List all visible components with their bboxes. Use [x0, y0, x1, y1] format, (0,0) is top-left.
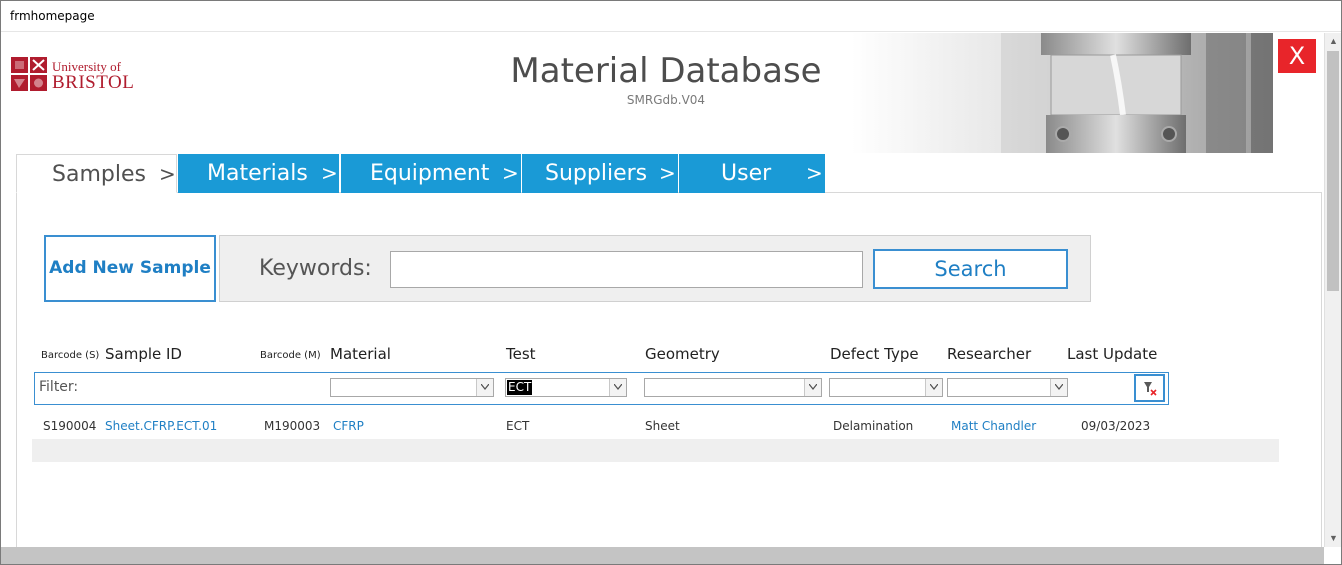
- app-window: frmhomepage University of BRISTOL Materi…: [0, 0, 1342, 565]
- cell-sample-id-link[interactable]: Sheet.CFRP.ECT.01: [105, 419, 217, 433]
- tab-user[interactable]: User >: [679, 154, 825, 193]
- test-filter-select[interactable]: ECT: [505, 378, 627, 397]
- header-barcode-m: Barcode (M): [260, 350, 321, 361]
- app-version: SMRGdb.V04: [626, 93, 706, 107]
- tab-samples-label: Samples: [52, 162, 146, 187]
- vertical-scrollbar[interactable]: ▲ ▼: [1324, 33, 1341, 547]
- cell-defect-type: Delamination: [833, 419, 914, 433]
- tab-suppliers[interactable]: Suppliers >: [522, 154, 678, 193]
- tab-suppliers-arrow: >: [659, 161, 676, 185]
- tab-suppliers-label: Suppliers: [545, 161, 648, 186]
- clear-filter-icon: [1144, 382, 1157, 396]
- tab-materials[interactable]: Materials >: [178, 154, 339, 193]
- keywords-label: Keywords:: [259, 256, 372, 281]
- tab-samples[interactable]: Samples >: [16, 154, 177, 193]
- defect-type-filter-select[interactable]: [829, 378, 943, 397]
- material-filter-select[interactable]: [330, 378, 494, 397]
- cell-material-link[interactable]: CFRP: [333, 419, 364, 433]
- add-new-sample-button[interactable]: Add New Sample: [44, 235, 216, 302]
- header-barcode-s: Barcode (S): [41, 350, 100, 361]
- material-filter-value: [332, 380, 334, 395]
- tab-samples-arrow: >: [159, 162, 176, 186]
- close-button[interactable]: X: [1278, 39, 1316, 73]
- cell-last-update: 09/03/2023: [1081, 419, 1151, 433]
- header-researcher: Researcher: [947, 345, 1032, 363]
- header-sample-id: Sample ID: [105, 345, 182, 363]
- tab-user-arrow: >: [806, 161, 823, 185]
- tab-equipment[interactable]: Equipment >: [341, 154, 521, 193]
- tab-equipment-label: Equipment: [370, 161, 490, 186]
- chevron-down-icon: [609, 379, 626, 396]
- test-filter-value: ECT: [507, 380, 533, 395]
- horizontal-scrollbar[interactable]: [1, 547, 1324, 564]
- researcher-filter-value: [949, 380, 951, 395]
- cell-geometry: Sheet: [645, 419, 680, 433]
- close-icon: X: [1288, 42, 1306, 70]
- scrollbar-thumb[interactable]: [1327, 51, 1339, 291]
- tab-materials-arrow: >: [321, 161, 338, 185]
- chevron-down-icon: [476, 379, 493, 396]
- header-geometry: Geometry: [645, 345, 720, 363]
- header-last-update: Last Update: [1067, 345, 1158, 363]
- cell-barcode-m: M190003: [264, 419, 321, 433]
- cell-barcode-s: S190004: [43, 419, 97, 433]
- app-title: Material Database: [510, 51, 822, 91]
- header-test: Test: [506, 345, 536, 363]
- header-test-machine-image: [851, 33, 1273, 153]
- scroll-up-icon[interactable]: ▲: [1325, 33, 1341, 50]
- scroll-down-icon[interactable]: ▼: [1325, 530, 1341, 547]
- header-defect-type: Defect Type: [830, 345, 919, 363]
- chevron-down-icon: [925, 379, 942, 396]
- defect-type-filter-value: [831, 380, 833, 395]
- title-bar: frmhomepage: [1, 1, 1341, 32]
- window-title: frmhomepage: [10, 9, 95, 23]
- filter-label: Filter:: [39, 379, 79, 395]
- university-crest-icon: [11, 57, 47, 91]
- header-material: Material: [330, 345, 391, 363]
- tab-user-label: User: [721, 161, 772, 186]
- tab-equipment-arrow: >: [502, 161, 519, 185]
- new-record-row[interactable]: [32, 439, 1279, 462]
- tab-materials-label: Materials: [207, 161, 308, 186]
- cell-test: ECT: [506, 419, 530, 433]
- chevron-down-icon: [1050, 379, 1067, 396]
- clear-filter-button[interactable]: [1134, 374, 1165, 402]
- logo-text-line2: BRISTOL: [52, 72, 135, 93]
- keywords-input[interactable]: [390, 251, 863, 288]
- geometry-filter-select[interactable]: [644, 378, 822, 397]
- chevron-down-icon: [804, 379, 821, 396]
- search-button[interactable]: Search: [873, 249, 1068, 289]
- cell-researcher-link[interactable]: Matt Chandler: [951, 419, 1036, 433]
- university-logo: University of BRISTOL: [11, 55, 141, 95]
- geometry-filter-value: [646, 380, 648, 395]
- researcher-filter-select[interactable]: [947, 378, 1068, 397]
